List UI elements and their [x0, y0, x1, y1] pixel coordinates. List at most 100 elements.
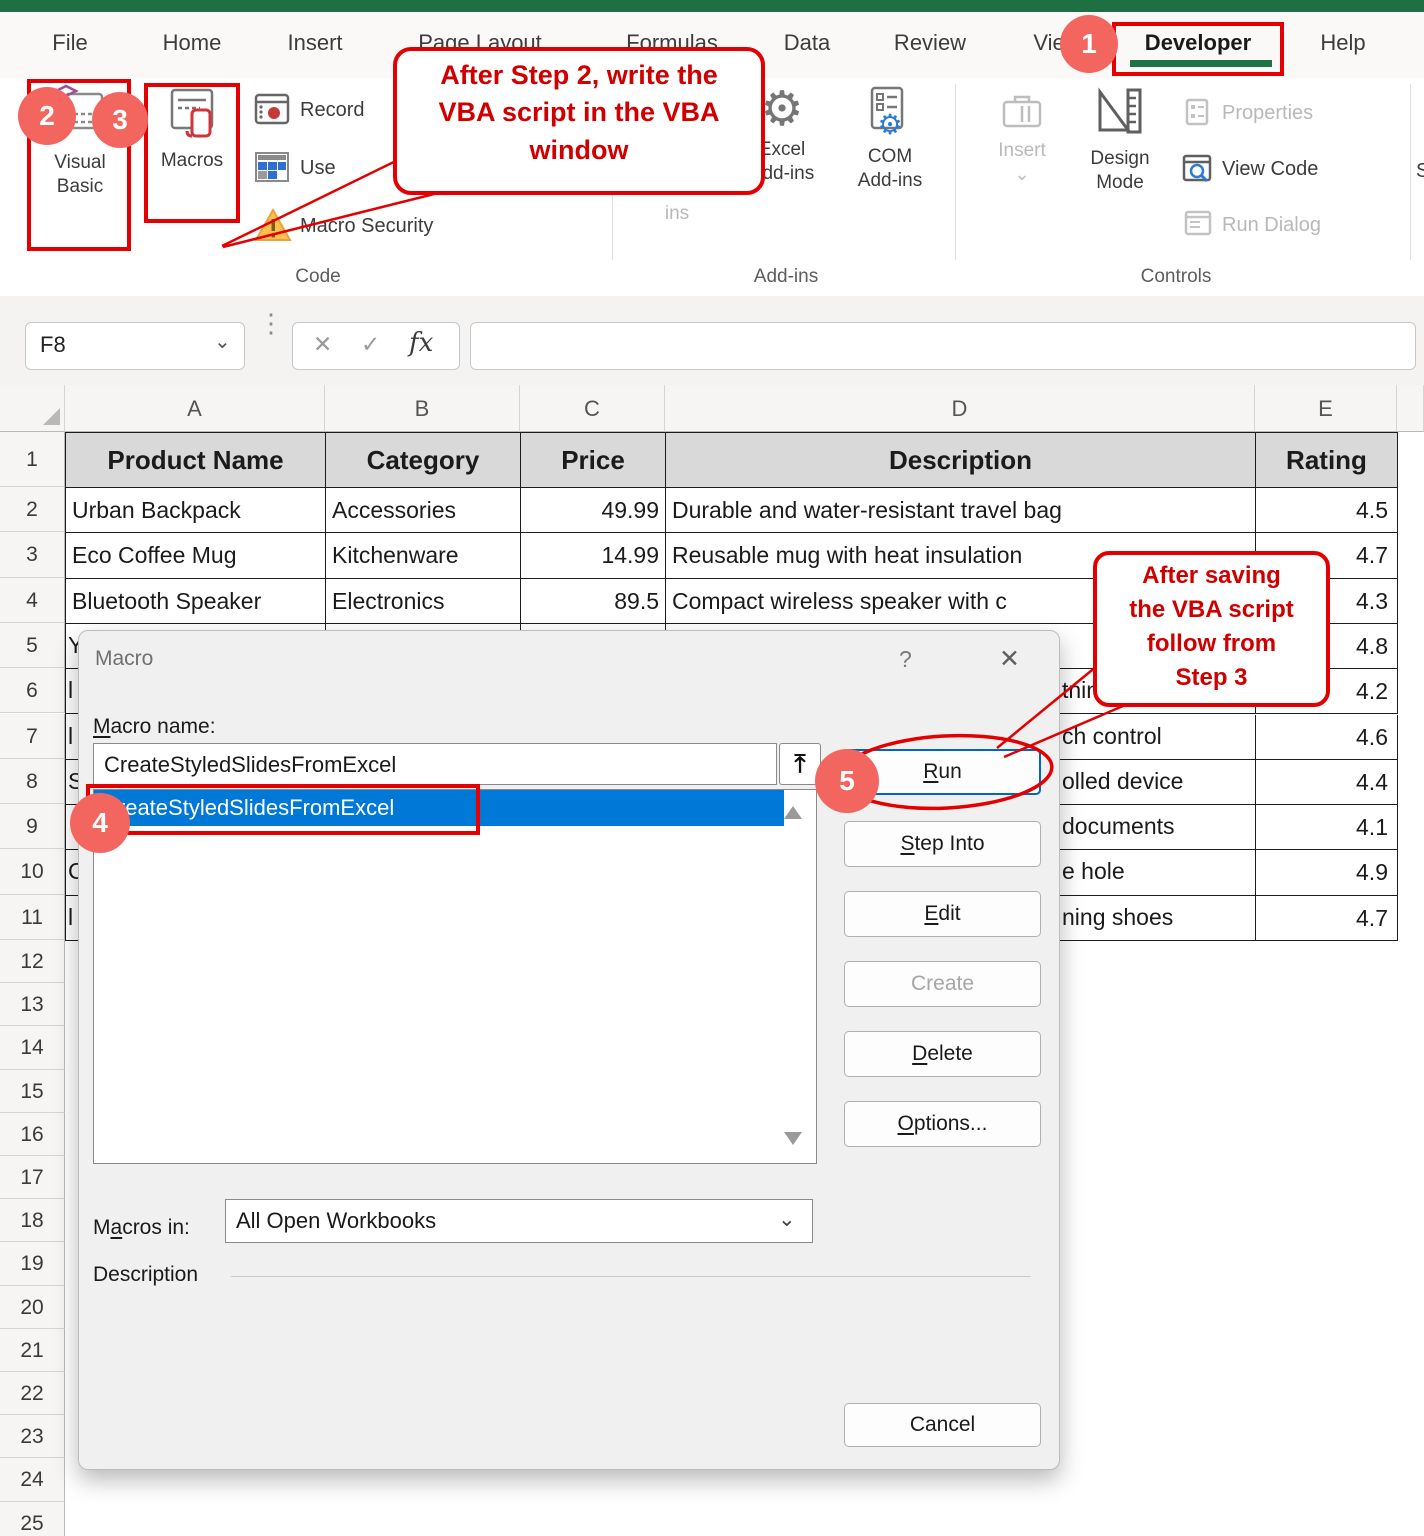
- cell-E2[interactable]: 4.5: [1256, 488, 1398, 533]
- row-header-21[interactable]: 21: [0, 1329, 65, 1372]
- insert-function-icon[interactable]: fx: [409, 328, 433, 358]
- tab-insert[interactable]: Insert: [287, 30, 342, 56]
- row-header-17[interactable]: 17: [0, 1156, 65, 1199]
- row-header-6[interactable]: 6: [0, 668, 65, 713]
- name-box-chevron-icon[interactable]: ⌄: [214, 329, 231, 354]
- cell-A2[interactable]: Urban Backpack: [66, 488, 326, 533]
- row-header-9[interactable]: 9: [0, 804, 65, 849]
- cell-B4[interactable]: Electronics: [326, 579, 521, 624]
- macro-list[interactable]: CreateStyledSlidesFromExcel: [93, 789, 817, 1164]
- select-all-corner[interactable]: [0, 385, 65, 432]
- cell-D2[interactable]: Durable and water-resistant travel bag: [666, 488, 1256, 533]
- row-header-22[interactable]: 22: [0, 1372, 65, 1415]
- macro-security-label: Macro Security: [300, 215, 433, 238]
- row-header-12[interactable]: 12: [0, 940, 65, 983]
- dialog-help-icon[interactable]: ?: [899, 646, 912, 673]
- step-badge-3: 3: [92, 92, 148, 148]
- tab-review[interactable]: Review: [894, 30, 966, 56]
- cell-A3[interactable]: Eco Coffee Mug: [66, 533, 326, 578]
- macros-in-dropdown[interactable]: All Open Workbooks ⌄: [225, 1199, 813, 1243]
- run-dialog-icon: [1184, 210, 1212, 236]
- row-header-13[interactable]: 13: [0, 983, 65, 1026]
- formula-input[interactable]: [470, 322, 1416, 370]
- row-header-10[interactable]: 10: [0, 849, 65, 894]
- macro-name-input[interactable]: CreateStyledSlidesFromExcel: [93, 743, 777, 785]
- column-header-D[interactable]: D: [665, 385, 1255, 432]
- macro-list-item[interactable]: CreateStyledSlidesFromExcel: [94, 790, 784, 826]
- options-button[interactable]: Options...: [844, 1101, 1041, 1147]
- row-header-24[interactable]: 24: [0, 1458, 65, 1501]
- tab-data[interactable]: Data: [784, 30, 830, 56]
- row-header-3[interactable]: 3: [0, 532, 65, 577]
- cell-C2[interactable]: 49.99: [521, 488, 666, 533]
- dialog-close-icon[interactable]: ✕: [999, 644, 1020, 674]
- row-header-19[interactable]: 19: [0, 1242, 65, 1285]
- cell-A10-fragment: C: [68, 849, 78, 894]
- cell-A4[interactable]: Bluetooth Speaker: [66, 579, 326, 624]
- insert-control-button[interactable]: Insert ⌄: [990, 90, 1054, 183]
- row-header-5[interactable]: 5: [0, 623, 65, 668]
- cell-C4[interactable]: 89.5: [521, 579, 666, 624]
- cell-B2[interactable]: Accessories: [326, 488, 521, 533]
- row-header-16[interactable]: 16: [0, 1113, 65, 1156]
- cell-E7[interactable]: 4.6: [1256, 715, 1398, 760]
- cell-B3[interactable]: Kitchenware: [326, 533, 521, 578]
- column-header-f[interactable]: [1397, 385, 1424, 432]
- record-macro-label: Record: [300, 99, 364, 122]
- row-header-20[interactable]: 20: [0, 1286, 65, 1329]
- formula-bar-grip-icon[interactable]: ⋮: [258, 308, 284, 339]
- column-header-B[interactable]: B: [325, 385, 520, 432]
- column-header-C[interactable]: C: [520, 385, 665, 432]
- title-bar: [0, 0, 1424, 12]
- cell-A8-fragment: S: [68, 759, 78, 804]
- macros-button[interactable]: Macros: [146, 86, 238, 173]
- callout-line: After saving: [1097, 559, 1326, 593]
- tab-developer[interactable]: Developer: [1145, 30, 1251, 56]
- row-header-11[interactable]: 11: [0, 895, 65, 940]
- cell-E9[interactable]: 4.1: [1256, 805, 1398, 850]
- edit-button[interactable]: Edit: [844, 891, 1041, 937]
- step-badge-2: 2: [18, 87, 76, 145]
- row-header-25[interactable]: 25: [0, 1502, 65, 1536]
- macro-name-label: Macro name:: [93, 715, 216, 739]
- cancel-button[interactable]: Cancel: [844, 1403, 1041, 1447]
- cell-C3[interactable]: 14.99: [521, 533, 666, 578]
- cell-D7-fragment: ch control: [1062, 714, 1162, 759]
- tab-file[interactable]: File: [52, 30, 87, 56]
- scroll-up-icon[interactable]: [784, 806, 802, 819]
- name-box-value: F8: [40, 332, 66, 358]
- row-header-15[interactable]: 15: [0, 1070, 65, 1113]
- design-mode-button[interactable]: Design Mode: [1078, 86, 1162, 194]
- row-header-18[interactable]: 18: [0, 1199, 65, 1242]
- column-header-E[interactable]: E: [1255, 385, 1397, 432]
- step-into-button[interactable]: Step Into: [844, 821, 1041, 867]
- insert-control-label: Insert: [990, 139, 1054, 163]
- com-addins-button[interactable]: ⚙ COM Add-ins: [842, 86, 938, 192]
- row-header-1[interactable]: 1: [0, 432, 65, 487]
- cell-D10-fragment: e hole: [1062, 849, 1125, 894]
- tab-help[interactable]: Help: [1320, 30, 1365, 56]
- row-header-23[interactable]: 23: [0, 1415, 65, 1458]
- description-divider: [231, 1276, 1031, 1277]
- cell-E11[interactable]: 4.7: [1256, 896, 1398, 941]
- description-label: Description: [93, 1263, 198, 1287]
- scroll-down-icon[interactable]: [784, 1132, 802, 1145]
- row-header-7[interactable]: 7: [0, 714, 65, 759]
- cell-E10[interactable]: 4.9: [1256, 850, 1398, 895]
- column-header-A[interactable]: A: [65, 385, 325, 432]
- row-header-4[interactable]: 4: [0, 578, 65, 623]
- cell-E8[interactable]: 4.4: [1256, 760, 1398, 805]
- row-header-8[interactable]: 8: [0, 759, 65, 804]
- cancel-entry-icon[interactable]: ✕: [313, 331, 332, 358]
- cell-D11-fragment: ning shoes: [1062, 895, 1173, 940]
- tab-home[interactable]: Home: [163, 30, 222, 56]
- row-header-14[interactable]: 14: [0, 1026, 65, 1069]
- cell-A11-fragment: l: [68, 895, 78, 940]
- name-box[interactable]: F8 ⌄: [25, 322, 245, 370]
- row-header-2[interactable]: 2: [0, 487, 65, 532]
- enter-entry-icon[interactable]: ✓: [361, 331, 380, 358]
- delete-button[interactable]: Delete: [844, 1031, 1041, 1077]
- table-header-rating: Rating: [1256, 433, 1398, 488]
- insert-dropdown-chevron-icon[interactable]: ⌄: [990, 165, 1054, 183]
- insert-toolbox-icon: [998, 90, 1046, 132]
